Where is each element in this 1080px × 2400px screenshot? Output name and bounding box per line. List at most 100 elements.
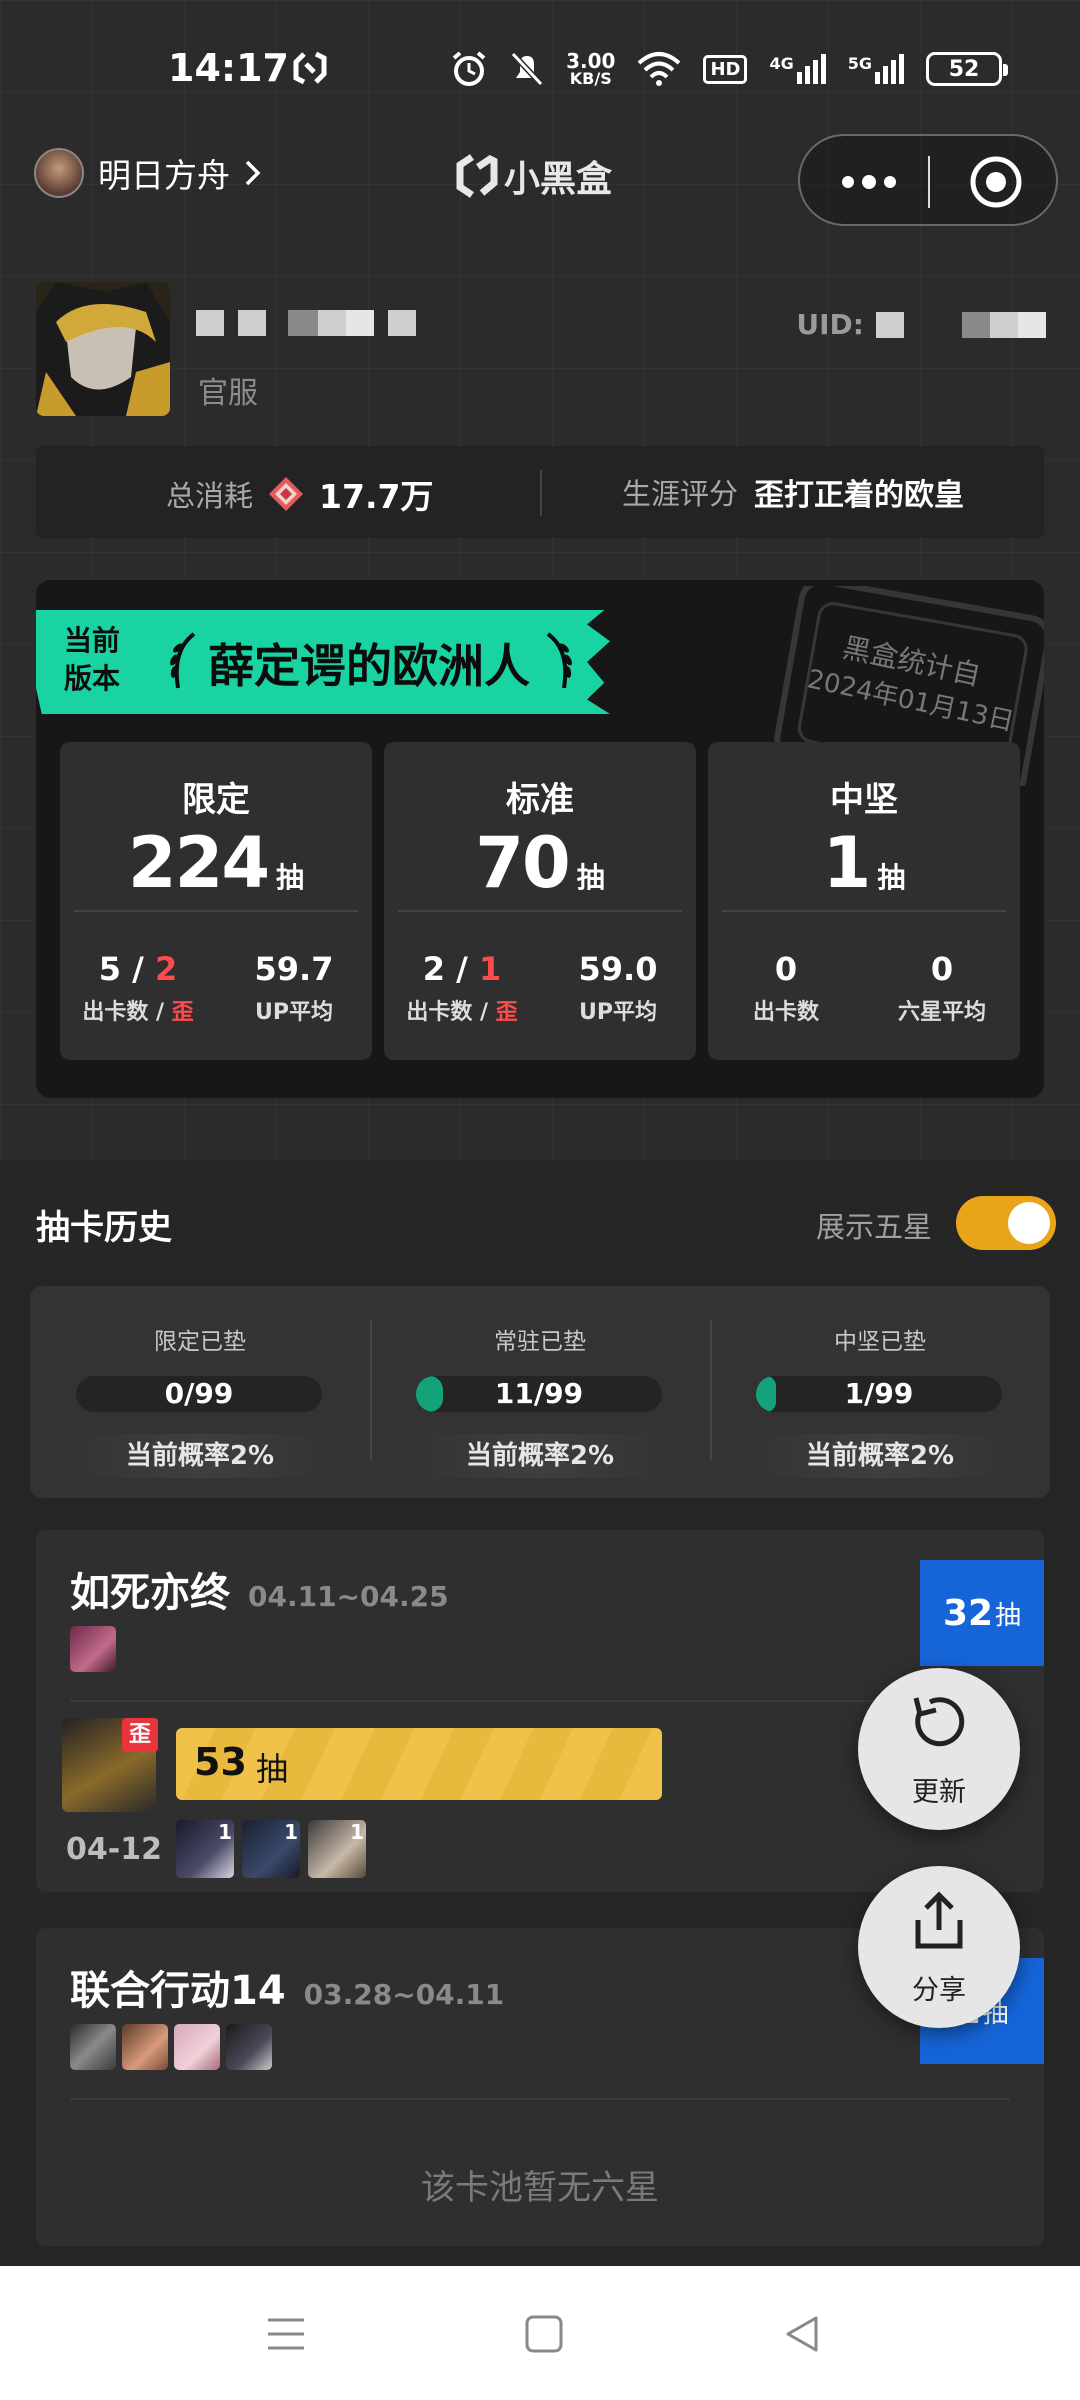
- pool-card-limited: 限定 224 抽 5 / 2 出卡数 / 歪 59.7 UP平均: [60, 742, 372, 1060]
- mini-program-capsule: [798, 134, 1058, 226]
- app-logo-text: 小黑盒: [504, 159, 613, 200]
- pool-record-name: 联合行动14: [70, 1968, 286, 2014]
- pool-record-name: 如死亦终: [70, 1570, 230, 1616]
- pool-card-core: 中坚 1抽 0 出卡数 0 六星平均: [708, 742, 1020, 1060]
- pool-count-value: 70: [475, 822, 570, 904]
- five-star-pulls: 1 1 1: [176, 1820, 366, 1878]
- back-icon[interactable]: [782, 2314, 822, 2354]
- signal-sim2-icon: 5G: [848, 54, 904, 84]
- refresh-button[interactable]: 更新: [858, 1668, 1020, 1830]
- version-title: 薛定谔的欧洲人: [208, 639, 530, 693]
- pool-count-value: 1: [822, 822, 872, 904]
- pull-unit: 抽: [256, 1750, 289, 1788]
- more-options-icon[interactable]: [838, 162, 900, 202]
- mask-block: [288, 310, 318, 336]
- pool-stat-label-red: 歪: [495, 1000, 518, 1025]
- off-banner-tag: 歪: [122, 1718, 158, 1752]
- pool-pull-count: 224 抽: [60, 822, 372, 904]
- pool-stat-label-red: 歪: [171, 1000, 194, 1025]
- pity-progress-bar: 0/99: [76, 1376, 322, 1412]
- network-speed-unit: KB/S: [569, 69, 612, 88]
- uid-label: UID:: [796, 308, 864, 341]
- record-divider: [70, 2098, 1010, 2100]
- share-label: 分享: [912, 1975, 966, 2006]
- badge-count: 32: [942, 1592, 994, 1634]
- version-tag-line2: 版本: [64, 662, 121, 695]
- career-rating-value: 歪打正着的欧皇: [754, 478, 965, 513]
- orundum-icon: [269, 477, 304, 511]
- wifi-icon: [638, 52, 681, 86]
- operator-thumbnail: [70, 1626, 116, 1672]
- version-ribbon: 当前 版本 薛定谔的欧洲人: [36, 610, 610, 714]
- show-five-star-toggle[interactable]: [956, 1196, 1056, 1250]
- mask-block: [318, 310, 346, 336]
- operator-thumbnail: [122, 2024, 168, 2070]
- pull-multiplier: 1: [350, 1820, 364, 1844]
- mask-block: [962, 311, 990, 338]
- operator-thumbnail: [226, 2024, 272, 2070]
- pool-card-standard: 标准 70 抽 2 / 1 出卡数 / 歪 59.0 UP平均: [384, 742, 696, 1060]
- pool-divider: [74, 910, 358, 912]
- pity-limited: 限定已垫 0/99 当前概率2%: [30, 1286, 370, 1498]
- version-tag-line1: 当前: [64, 624, 121, 657]
- pool-six-star-count: 0 出卡数: [708, 950, 864, 1026]
- pool-up-operators: [70, 1626, 116, 1672]
- toggle-knob: [1008, 1202, 1050, 1244]
- pool-stat-value: 5 /: [98, 950, 155, 988]
- pool-name: 限定: [182, 780, 250, 820]
- pool-record-date: 03.28~04.11: [303, 1978, 505, 2011]
- pool-record-date: 04.11~04.25: [248, 1580, 449, 1613]
- pity-rate: 当前概率2%: [410, 1434, 670, 1478]
- alarm-icon: [452, 51, 486, 86]
- summary-stats: 总消耗 17.7万 生涯评分 歪打正着的欧皇: [36, 446, 1044, 538]
- total-cost: 总消耗 17.7万: [166, 470, 433, 518]
- pool-six-star-average: 0 六星平均: [864, 950, 1020, 1026]
- pool-pull-count: 1抽: [708, 822, 1020, 904]
- pool-name: 中坚: [830, 780, 898, 820]
- operator-thumbnail: [174, 2024, 220, 2070]
- pull-multiplier: 1: [284, 1820, 298, 1844]
- player-profile: 官服 UID:: [36, 282, 1046, 422]
- game-name-label: 明日方舟: [98, 156, 230, 195]
- status-bar: 14:17 3.00 KB/S HD 4G 5G 52: [0, 0, 1080, 138]
- pity-rate: 当前概率2%: [750, 1434, 1010, 1478]
- pool-stat-value: 0: [774, 950, 798, 988]
- mask-block: [1018, 311, 1046, 338]
- uid-masked: UID:: [796, 308, 1046, 341]
- game-avatar: [34, 148, 84, 198]
- pity-core: 中坚已垫 1/99 当前概率2%: [710, 1286, 1050, 1498]
- record-divider: [70, 1700, 1010, 1702]
- career-rating: 生涯评分 歪打正着的欧皇: [622, 470, 964, 514]
- mask-block: [238, 310, 266, 336]
- menu-icon[interactable]: [266, 2314, 306, 2354]
- badge-unit: 抽: [995, 1600, 1022, 1631]
- laurel-right-icon: [546, 632, 572, 689]
- pull-date: 04-12: [66, 1832, 162, 1867]
- pool-stat-label: 出卡数: [752, 1000, 819, 1025]
- status-time: 14:17: [168, 46, 289, 90]
- app-logo: 小黑盒: [456, 150, 612, 202]
- total-cost-value: 17.7万: [319, 477, 434, 516]
- app-notification-icon: [293, 51, 327, 85]
- pull-count-bar: 53 抽: [176, 1728, 662, 1800]
- pity-value: 11/99: [494, 1377, 584, 1410]
- pity-value: 0/99: [164, 1377, 234, 1410]
- xiaoheihe-logo-icon: [456, 154, 498, 198]
- pity-label: 限定已垫: [154, 1329, 246, 1355]
- system-nav-bar: [0, 2266, 1080, 2400]
- history-title: 抽卡历史: [36, 1208, 172, 1248]
- pity-label: 中坚已垫: [834, 1329, 926, 1355]
- total-cost-label: 总消耗: [166, 479, 254, 513]
- close-mini-program-icon[interactable]: [968, 154, 1024, 210]
- back-to-game-button[interactable]: 明日方舟: [34, 148, 262, 198]
- network-speed: 3.00 KB/S: [566, 51, 615, 87]
- operator-thumbnail: 1: [308, 1820, 366, 1878]
- no-six-star-text: 该卡池暂无六星: [421, 2168, 659, 2208]
- home-icon[interactable]: [524, 2314, 564, 2354]
- version-tag: 当前 版本: [64, 622, 120, 698]
- mask-block: [990, 311, 1018, 338]
- share-button[interactable]: 分享: [858, 1866, 1020, 2028]
- operator-portrait-icon: [36, 282, 170, 416]
- pool-count-unit: 抽: [276, 861, 305, 894]
- pull-multiplier: 1: [218, 1820, 232, 1844]
